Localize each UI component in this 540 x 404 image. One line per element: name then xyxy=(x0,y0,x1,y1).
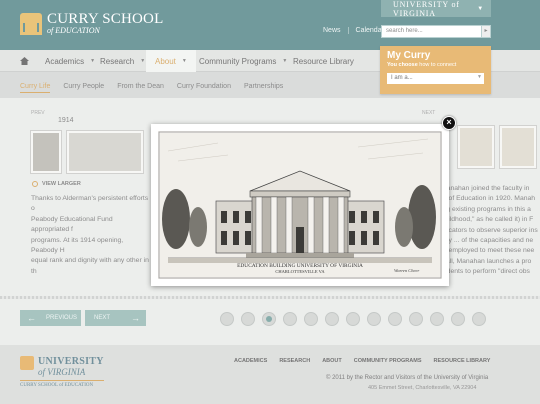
lightbox: EDUCATION BUILDING UNIVERSITY OF VIRGINI… xyxy=(151,124,449,286)
close-icon[interactable]: × xyxy=(442,116,456,130)
sketch-signature: Warren Cheer xyxy=(394,268,420,273)
sketch-caption-2: CHARLOTTESVILLE VA xyxy=(275,269,325,274)
building-sketch-image: EDUCATION BUILDING UNIVERSITY OF VIRGINI… xyxy=(158,131,442,279)
